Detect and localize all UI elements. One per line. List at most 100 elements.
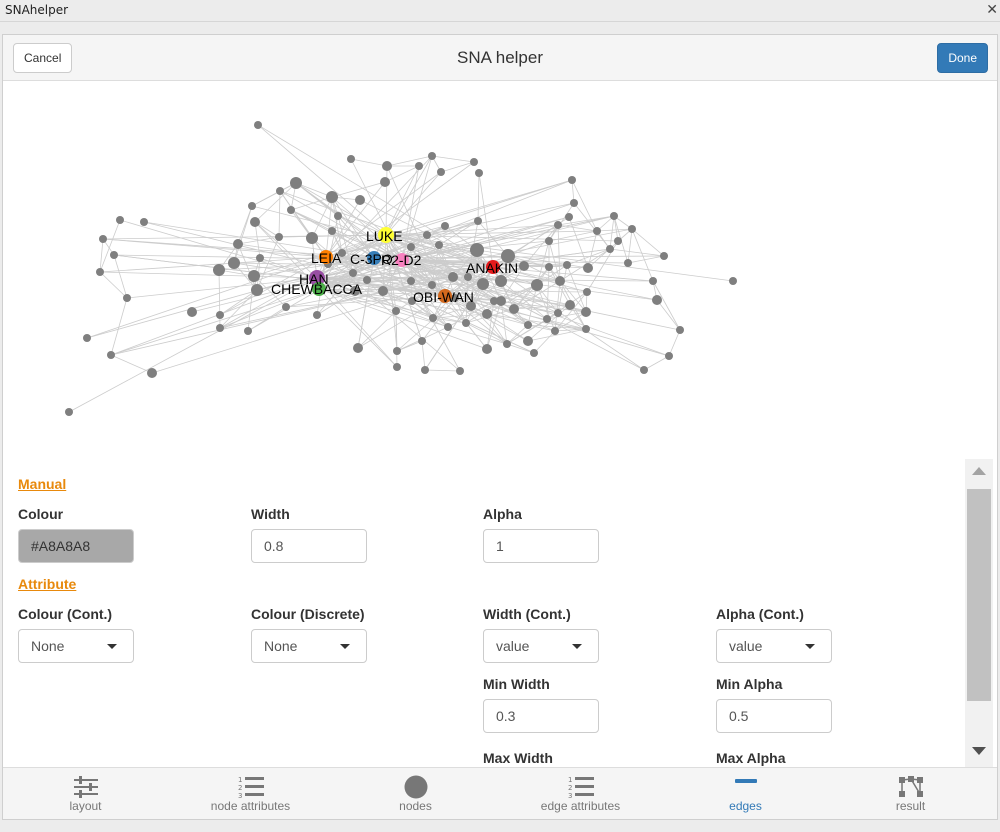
min-alpha-input[interactable]: 0.5: [716, 699, 832, 733]
done-button[interactable]: Done: [937, 43, 988, 73]
network-node: [213, 264, 225, 276]
network-node: [652, 295, 662, 305]
node-label-r2-d2: R2-D2: [381, 252, 422, 268]
network-node: [421, 366, 429, 374]
alpha-cont-select[interactable]: value: [716, 629, 832, 663]
network-node: [676, 326, 684, 334]
network-edge: [385, 165, 388, 236]
network-node: [448, 272, 458, 282]
network-node: [570, 199, 578, 207]
network-edges: [68, 124, 734, 413]
network-node: [565, 213, 573, 221]
network-edge: [395, 310, 398, 368]
network-edge: [533, 330, 556, 354]
network-node: [665, 352, 673, 360]
alpha-cont-value: value: [729, 638, 763, 654]
network-node: [248, 202, 256, 210]
bottom-tab-bar: layout 1 2 3 node attributes nodes 1 2 3: [3, 767, 997, 819]
network-node: [482, 344, 492, 354]
network-edge: [386, 155, 433, 167]
colour-label: Colour: [18, 506, 64, 522]
network-node: [378, 286, 388, 296]
alpha-cont-label: Alpha (Cont.): [716, 606, 804, 622]
network-node: [437, 168, 445, 176]
network-node: [287, 206, 295, 214]
min-width-input[interactable]: 0.3: [483, 699, 599, 733]
network-edge: [290, 196, 333, 211]
svg-text:1: 1: [238, 776, 242, 784]
network-node: [147, 368, 157, 378]
scrollbar-thumb[interactable]: [967, 489, 991, 701]
width-input[interactable]: 0.8: [251, 529, 367, 563]
network-node: [628, 225, 636, 233]
network-node: [326, 191, 338, 203]
width-cont-select[interactable]: value: [483, 629, 599, 663]
min-alpha-label: Min Alpha: [716, 676, 783, 692]
network-node: [490, 297, 498, 305]
network-node: [614, 237, 622, 245]
svg-text:3: 3: [238, 792, 242, 799]
network-node: [313, 311, 321, 319]
chevron-down-icon: [107, 644, 117, 649]
tab-label-nodes: nodes: [399, 799, 432, 813]
page-title: SNA helper: [457, 48, 543, 67]
sliders-icon: [74, 776, 98, 798]
panel-scrollbar[interactable]: [965, 459, 993, 767]
network-edge: [557, 224, 561, 282]
network-node: [640, 366, 648, 374]
network-node: [554, 221, 562, 229]
width-cont-label: Width (Cont.): [483, 606, 571, 622]
network-node: [475, 169, 483, 177]
colour-cont-select[interactable]: None: [18, 629, 134, 663]
network-edge: [290, 209, 333, 232]
network-node: [393, 363, 401, 371]
network-node: [519, 261, 529, 271]
width-label: Width: [251, 506, 290, 522]
tab-nodes[interactable]: nodes: [333, 768, 498, 820]
network-edge: [627, 228, 633, 264]
network-edge: [233, 205, 253, 264]
network-node: [228, 257, 240, 269]
tab-label-result: result: [895, 799, 926, 813]
svg-text:2: 2: [238, 784, 242, 792]
network-node: [83, 334, 91, 342]
manual-section-link[interactable]: Manual: [18, 476, 66, 492]
colour-discrete-select[interactable]: None: [251, 629, 367, 663]
network-node: [660, 252, 668, 260]
colour-input[interactable]: #A8A8A8: [18, 529, 134, 563]
network-node: [568, 176, 576, 184]
network-node: [582, 325, 590, 333]
scroll-up-icon[interactable]: [972, 467, 986, 475]
alpha-input[interactable]: 1: [483, 529, 599, 563]
network-node: [99, 235, 107, 243]
network-edge: [350, 158, 388, 167]
network-node: [523, 336, 533, 346]
tab-edges[interactable]: edges: [663, 768, 828, 820]
tab-node-attributes[interactable]: 1 2 3 node attributes: [168, 768, 333, 820]
svg-text:1: 1: [568, 776, 572, 784]
network-node: [441, 222, 449, 230]
network-edge: [247, 306, 287, 332]
colour-discrete-label: Colour (Discrete): [251, 606, 365, 622]
network-node: [418, 337, 426, 345]
network-node: [545, 263, 553, 271]
node-label-luke: LUKE: [366, 228, 403, 244]
tab-edge-attributes[interactable]: 1 2 3 edge attributes: [498, 768, 663, 820]
network-node: [428, 152, 436, 160]
network-node: [96, 268, 104, 276]
network-node: [551, 327, 559, 335]
close-icon[interactable]: ✕: [986, 1, 998, 18]
minus-icon: [735, 779, 757, 783]
network-edge: [609, 248, 665, 257]
network-node: [216, 324, 224, 332]
network-node: [543, 315, 551, 323]
circle-icon: [404, 775, 428, 799]
network-node: [187, 307, 197, 317]
scroll-down-icon[interactable]: [972, 747, 986, 755]
network-edge: [652, 280, 681, 331]
network-edge: [331, 181, 386, 198]
network-graph: LUKELEIA C-3POR2-D2 ANAKINHANCHEWBACCA OBI-…: [65, 121, 737, 416]
attribute-section-link[interactable]: Attribute: [18, 576, 76, 592]
tab-layout[interactable]: layout: [3, 768, 168, 820]
tab-result[interactable]: result: [828, 768, 993, 820]
